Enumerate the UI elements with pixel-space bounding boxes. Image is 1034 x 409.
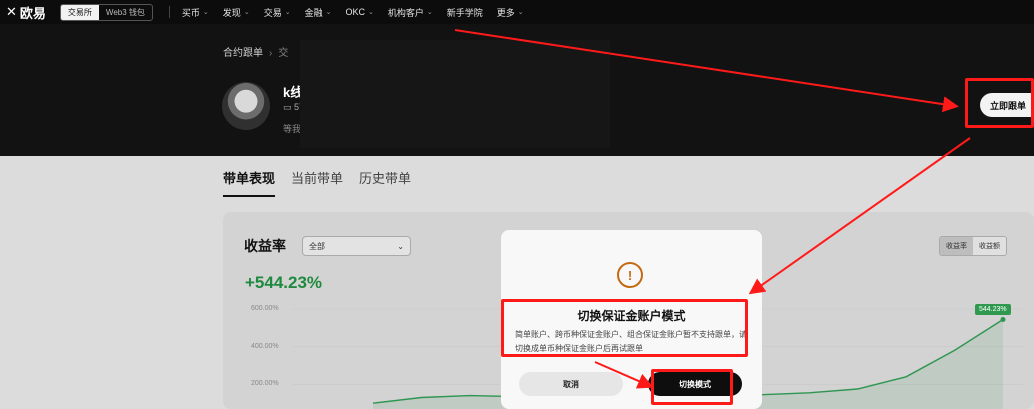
okx-logo-icon: ✕ [6,4,17,19]
nav-item-label: 金融 [304,7,323,18]
chevron-down-icon: ⌄ [284,9,291,16]
trader-avatar [222,82,270,130]
chevron-down-icon: ⌄ [426,9,433,16]
warning-icon: ! [617,262,643,288]
annotation-box-dialog-text [501,299,748,357]
y-tick-label: 600.00% [251,305,279,312]
nav-item-buy-crypto[interactable]: 买币 ⌄ [182,6,209,19]
trader-tabs: 带单表现 当前带单 历史带单 [223,168,411,197]
nav-item-label: 买币 [181,7,200,18]
annotation-box-follow [965,78,1034,128]
metric-toggle: 收益率 收益额 [939,236,1007,256]
period-filter-value: 全部 [309,241,325,251]
breadcrumb-root[interactable]: 合约跟单 [223,48,263,59]
chevron-down-icon: ⌄ [325,9,332,16]
nav-item-label: 机构客户 [387,7,424,18]
brand-name: 欧易 [19,5,46,21]
tab-current-trades[interactable]: 当前带单 [291,168,343,197]
calendar-icon: ▭ [283,102,295,112]
breadcrumb-separator-icon: › [269,48,273,59]
chevron-down-icon: ⌄ [517,9,524,16]
breadcrumb: 合约跟单 › 交 [223,44,288,59]
nav-item-more[interactable]: 更多 ⌄ [497,6,524,19]
trader-description: 等我 [283,124,302,134]
nav-item-finance[interactable]: 金融 ⌄ [305,6,332,19]
redacted-area [300,40,610,148]
y-tick-label: 200.00% [251,380,279,387]
nav-item-label: OKC [345,7,365,17]
main-menu: 买币 ⌄ 发现 ⌄ 交易 ⌄ 金融 ⌄ OKC ⌄ 机构客户 ⌄ 新手学院 更多 ⌄ [182,6,524,19]
brand-logo[interactable]: ✕ 欧易 [6,3,46,22]
tab-performance[interactable]: 带单表现 [223,168,276,197]
nav-item-academy[interactable]: 新手学院 [447,6,483,19]
mode-switch: 交易所 Web3 钱包 [59,3,153,21]
nav-item-label: 新手学院 [446,7,483,18]
nav-item-trade[interactable]: 交易 ⌄ [264,6,291,19]
chevron-down-icon: ⌄ [243,9,250,16]
mode-tab-web3-wallet[interactable]: Web3 钱包 [99,5,152,20]
chevron-down-icon: ⌄ [367,9,374,16]
toggle-return-rate[interactable]: 收益率 [940,237,973,255]
nav-item-okc[interactable]: OKC ⌄ [345,6,373,19]
breadcrumb-current: 交 [278,48,289,59]
chart-tooltip: 544.23% [975,304,1011,315]
series-end-point [1000,317,1006,323]
y-tick-label: 400.00% [251,343,279,350]
period-filter-select[interactable]: 全部 ⌄ [302,236,411,256]
trader-header: 合约跟单›交 k线 ▭ 57 等我 立即跟单 [0,24,1034,156]
nav-item-label: 发现 [222,7,241,18]
annotation-box-switch [651,369,733,405]
nav-item-label: 更多 [496,7,515,18]
top-nav: ✕ 欧易 交易所 Web3 钱包 买币 ⌄ 发现 ⌄ 交易 ⌄ 金融 ⌄ OKC ⌄ 机构… [0,0,1034,24]
pnl-headline-value: +544.23% [245,273,323,292]
nav-item-discover[interactable]: 发现 ⌄ [223,6,250,19]
nav-item-label: 交易 [263,7,282,18]
mode-tab-exchange[interactable]: 交易所 [60,4,99,20]
tab-trade-history[interactable]: 历史带单 [359,168,411,197]
nav-item-institutional[interactable]: 机构客户 ⌄ [388,6,433,19]
pnl-card-title: 收益率 [244,238,286,254]
chevron-down-icon: ⌄ [397,241,404,251]
cancel-button[interactable]: 取消 [519,372,623,396]
toggle-return-amount[interactable]: 收益额 [973,237,1006,255]
chevron-down-icon: ⌄ [202,9,209,16]
nav-divider [168,6,170,18]
